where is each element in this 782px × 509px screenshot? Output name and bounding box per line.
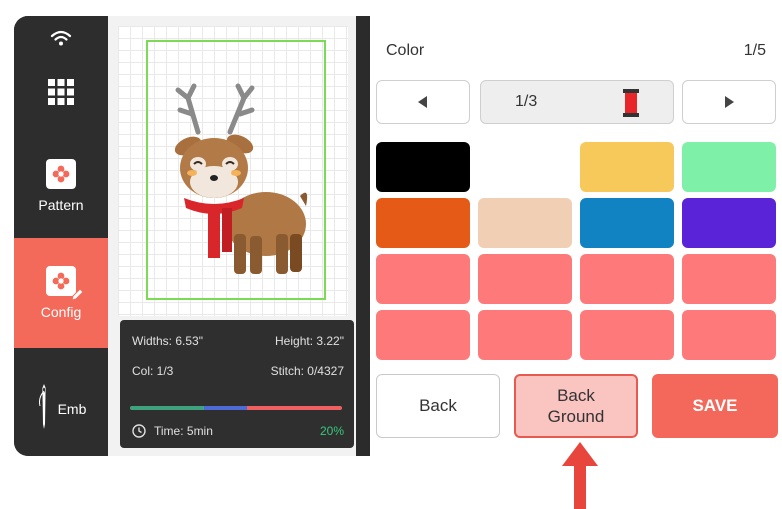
wifi-icon [14, 16, 108, 60]
time-label: Time: 5min [154, 424, 213, 438]
color-swatch[interactable] [580, 198, 674, 248]
color-swatch[interactable] [682, 142, 776, 192]
stitch-progress-bar [130, 406, 342, 410]
clock-icon [132, 424, 146, 438]
next-thread-button[interactable] [682, 80, 776, 124]
sidebar-item-config[interactable]: Config [14, 238, 108, 348]
save-button[interactable]: SAVE [652, 374, 778, 438]
stitch-count-label: Stitch: 0/4327 [270, 364, 344, 378]
menu-grid-icon[interactable] [14, 66, 108, 118]
sidebar: Pattern Config Emb [14, 16, 108, 456]
back-button[interactable]: Back [376, 374, 500, 438]
reindeer-design-image [174, 83, 308, 274]
sidebar-item-emb[interactable]: Emb [14, 361, 108, 451]
progress-percent: 20% [319, 424, 344, 438]
color-swatch[interactable] [376, 310, 470, 360]
triangle-right-icon [725, 96, 734, 108]
color-panel: Color 1/5 1/3 Back Back Ground SAVE [370, 16, 782, 456]
color-swatch[interactable] [376, 198, 470, 248]
background-button-line2: Ground [547, 407, 605, 426]
color-swatch[interactable] [376, 142, 470, 192]
color-swatch[interactable] [478, 310, 572, 360]
design-info-box: Widths: 6.53" Height: 3.22" Col: 1/3 Sti… [120, 320, 354, 448]
design-preview-panel: Widths: 6.53" Height: 3.22" Col: 1/3 Sti… [108, 16, 356, 456]
empty-swatch-slot [478, 142, 572, 192]
embroidery-canvas[interactable] [118, 26, 348, 316]
sidebar-item-label: Emb [57, 401, 87, 417]
thread-spool-icon [623, 89, 639, 117]
color-swatch-grid [376, 142, 778, 360]
action-bar: Back Back Ground SAVE [376, 374, 778, 440]
thread-page-label: 1/3 [515, 93, 538, 110]
needle-icon [38, 384, 46, 429]
sidebar-item-label: Config [40, 304, 82, 320]
color-swatch[interactable] [580, 310, 674, 360]
color-swatch[interactable] [682, 310, 776, 360]
thread-page-selector[interactable]: 1/3 [480, 80, 674, 124]
arrow-up-icon [562, 442, 598, 509]
background-button-line1: Back [557, 386, 595, 405]
color-swatch[interactable] [580, 142, 674, 192]
color-swatch[interactable] [478, 254, 572, 304]
color-swatch[interactable] [580, 254, 674, 304]
panel-title: Color [386, 42, 425, 59]
color-count-label: Col: 1/3 [132, 364, 174, 378]
flower-edit-icon [46, 266, 84, 301]
triangle-left-icon [418, 96, 427, 108]
sidebar-item-pattern[interactable]: Pattern [14, 136, 108, 236]
prev-thread-button[interactable] [376, 80, 470, 124]
color-swatch[interactable] [478, 198, 572, 248]
height-label: Height: 3.22" [275, 334, 344, 348]
sidebar-item-label: Pattern [38, 197, 84, 213]
background-button[interactable]: Back Ground [514, 374, 638, 438]
color-swatch[interactable] [376, 254, 470, 304]
widths-label: Widths: 6.53" [132, 334, 203, 348]
flower-icon [46, 159, 76, 189]
color-swatch[interactable] [682, 198, 776, 248]
panel-page-indicator: 1/5 [743, 42, 766, 59]
color-swatch[interactable] [682, 254, 776, 304]
device-screen: Pattern Config Emb Widths: 6.53" Height:… [14, 16, 782, 456]
